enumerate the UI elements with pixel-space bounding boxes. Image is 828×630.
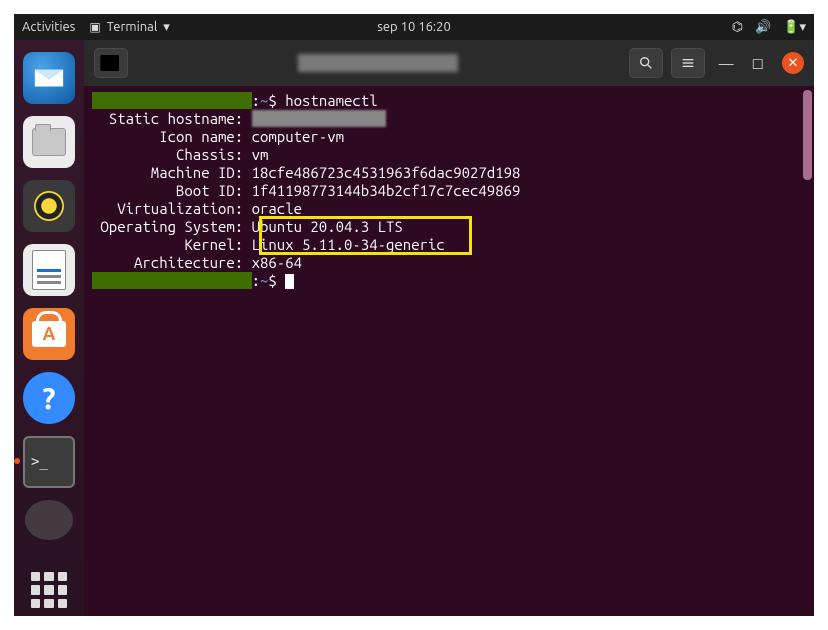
dock-files[interactable]: [23, 116, 75, 168]
terminal-headerbar: — ◻ ✕: [84, 40, 814, 86]
dock-terminal[interactable]: >_: [23, 436, 75, 488]
dock-ubuntu-software[interactable]: [23, 308, 75, 360]
activities-button[interactable]: Activities: [22, 20, 75, 34]
battery-icon[interactable]: 🔋▾: [783, 20, 806, 35]
gnome-top-bar: Activities ▣ Terminal ▾ sep 10 16:20 ⌬ 🔊…: [14, 14, 814, 40]
dock-help[interactable]: ?: [23, 372, 75, 424]
dock: ? >_: [14, 40, 84, 616]
chevron-down-icon: ▾: [163, 20, 170, 35]
terminal-title: [298, 54, 458, 72]
maximize-button[interactable]: ◻: [752, 54, 764, 72]
dock-rhythmbox[interactable]: [23, 180, 75, 232]
minimize-button[interactable]: —: [719, 55, 734, 72]
volume-icon[interactable]: 🔊: [755, 20, 771, 35]
app-menu[interactable]: ▣ Terminal ▾: [89, 20, 169, 35]
scrollbar[interactable]: [803, 90, 812, 180]
terminal-window: — ◻ ✕ xxxxxxxxxxxxxxxxxxx:~$ hostnamectl…: [84, 40, 814, 616]
search-button[interactable]: [629, 48, 663, 78]
network-icon[interactable]: ⌬: [732, 20, 743, 35]
dock-libreoffice-writer[interactable]: [23, 244, 75, 296]
app-menu-label: Terminal: [107, 20, 158, 34]
terminal-output[interactable]: xxxxxxxxxxxxxxxxxxx:~$ hostnamectl Stati…: [84, 86, 814, 616]
running-indicator: [14, 458, 20, 464]
close-button[interactable]: ✕: [782, 52, 804, 74]
hamburger-menu-button[interactable]: [671, 48, 705, 78]
clock[interactable]: sep 10 16:20: [377, 20, 451, 34]
terminal-icon: ▣: [89, 20, 100, 34]
new-tab-button[interactable]: [94, 48, 128, 78]
show-applications-button[interactable]: [23, 564, 75, 616]
dock-screenshot[interactable]: [25, 500, 73, 540]
dock-thunderbird[interactable]: [23, 52, 75, 104]
